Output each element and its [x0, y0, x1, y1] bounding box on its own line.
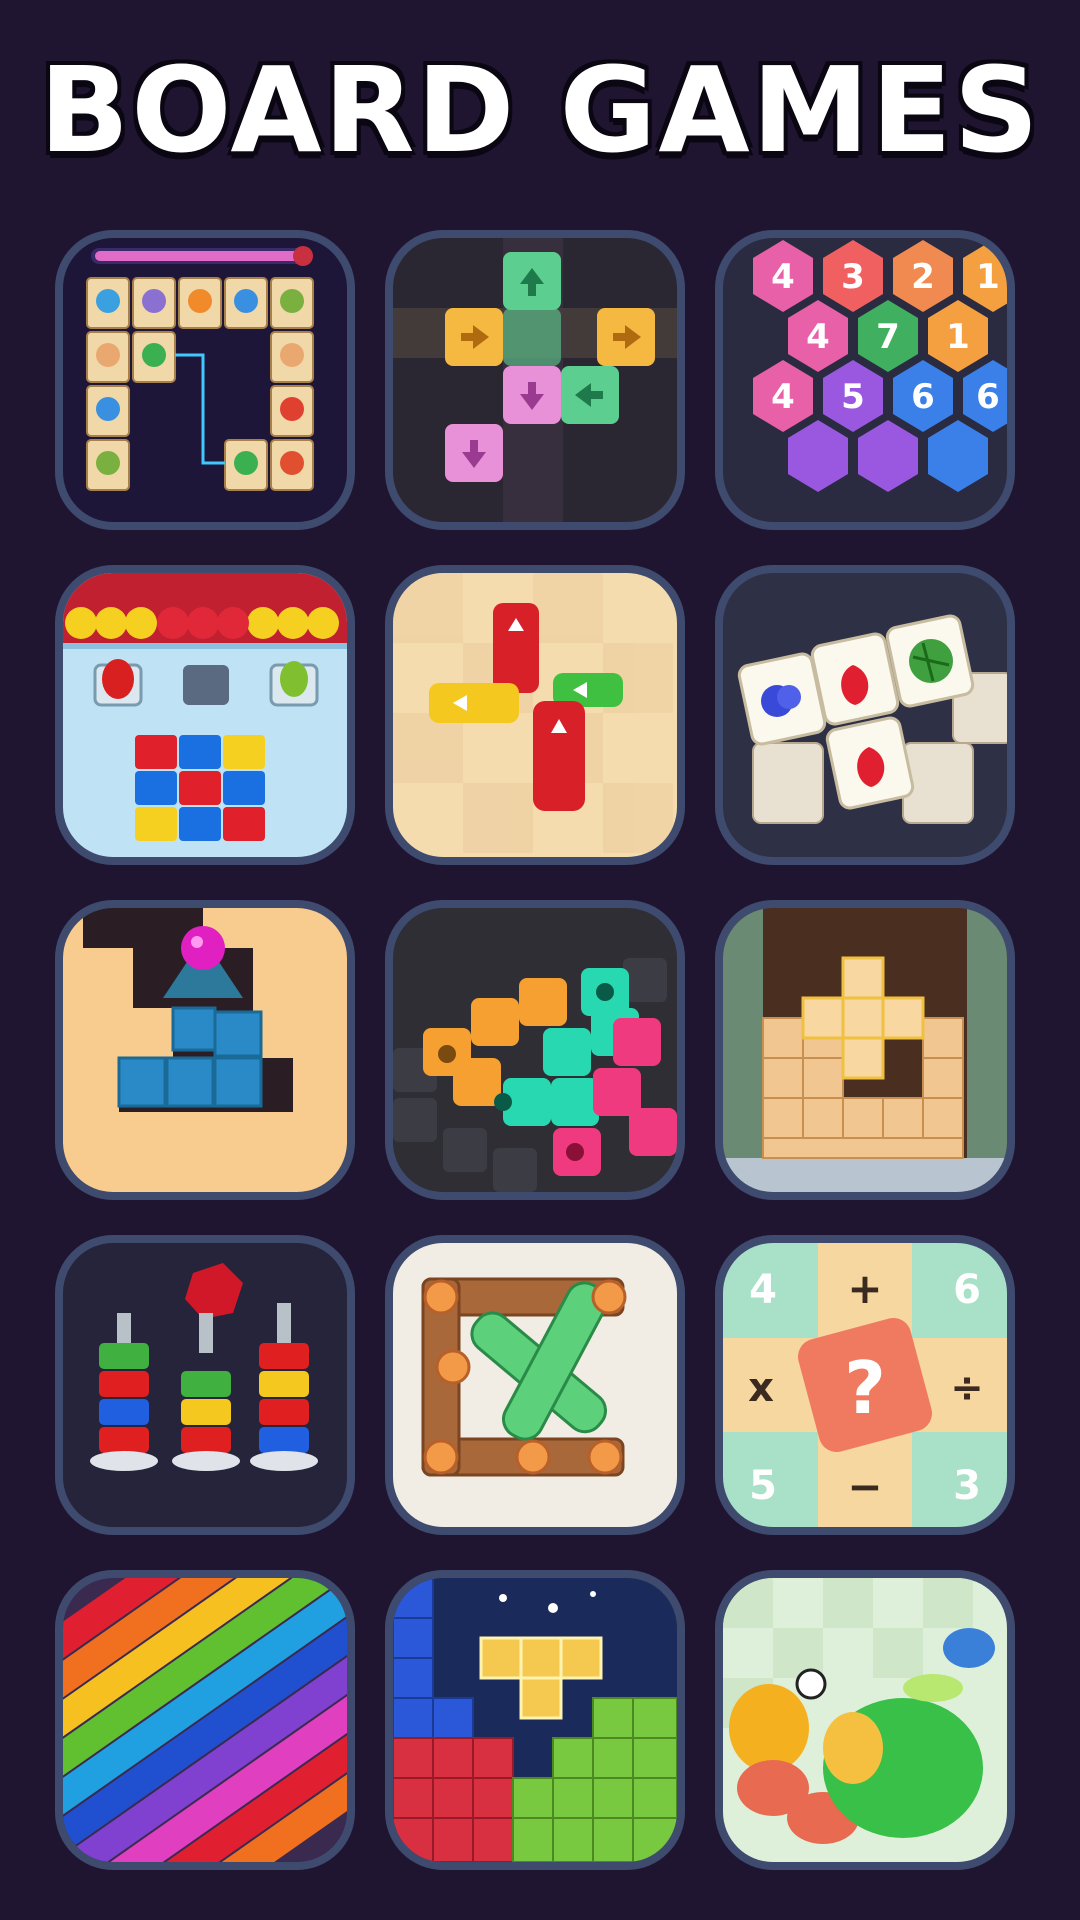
hexa-cell: 3	[841, 257, 865, 297]
game-tile-merge-animals[interactable]	[715, 1570, 1015, 1870]
hexa-cell: 4	[771, 257, 795, 297]
wood-screw-icon	[421, 1277, 627, 1477]
math-puzzle-num: 5	[749, 1463, 777, 1509]
math-puzzle-num: 6	[953, 1267, 981, 1313]
arrow-blocks-icon	[393, 238, 677, 522]
math-puzzle-num: 3	[953, 1463, 981, 1509]
math-puzzle-num: 4	[749, 1267, 777, 1313]
hexa-cell: 7	[876, 317, 900, 357]
rainbow-jam-icon	[63, 1578, 347, 1862]
game-tile-wood-screw[interactable]	[385, 1235, 685, 1535]
game-tile-hexa-merge[interactable]: 4 3 2 1 4 7 1 4 5 6 6	[715, 230, 1015, 530]
block-puzzle-icon	[393, 1578, 677, 1862]
game-tile-bus-jam[interactable]	[385, 565, 685, 865]
bus-jam-icon	[393, 573, 673, 853]
game-tile-math-puzzle[interactable]: ? 4 6 + x ÷ 5 3 −	[715, 1235, 1015, 1535]
merge-animals-icon	[723, 1578, 995, 1844]
tile-match-icon	[737, 614, 1007, 824]
game-tile-rainbow-jam[interactable]	[55, 1570, 355, 1870]
hexa-cell: 2	[911, 257, 935, 297]
pipe-connect-icon	[393, 958, 677, 1192]
games-grid: 4 3 2 1 4 7 1 4 5 6 6 ? 4 6 + x ÷ 5 3 −	[0, 0, 1080, 1920]
game-tile-color-sort-shooter[interactable]	[55, 565, 355, 865]
game-tile-wood-block[interactable]	[715, 900, 1015, 1200]
game-tile-onet-connect[interactable]	[55, 230, 355, 530]
math-puzzle-op: −	[847, 1462, 882, 1511]
game-tile-arrow-blocks[interactable]	[385, 230, 685, 530]
hexa-cell: 6	[976, 377, 1000, 417]
ball-maze-icon	[63, 908, 347, 1192]
game-tile-nut-sort[interactable]	[55, 1235, 355, 1535]
nut-sort-icon	[90, 1263, 318, 1471]
hexa-cell: 6	[911, 377, 935, 417]
hexa-cell: 1	[976, 257, 1000, 297]
game-tile-ball-maze[interactable]	[55, 900, 355, 1200]
game-tile-block-puzzle[interactable]	[385, 1570, 685, 1870]
hexa-cell: 5	[841, 377, 865, 417]
math-puzzle-op: x	[748, 1365, 774, 1411]
hexa-number-merge-icon: 4 3 2 1 4 7 1 4 5 6 6	[753, 240, 1007, 492]
math-puzzle-op: ÷	[950, 1365, 984, 1411]
game-tile-tile-match[interactable]	[715, 565, 1015, 865]
onet-connect-icon	[86, 246, 314, 491]
math-puzzle-icon: ? 4 6 + x ÷ 5 3 −	[723, 1243, 1007, 1527]
wood-block-puzzle-icon	[723, 908, 1007, 1192]
math-puzzle-question: ?	[844, 1346, 886, 1430]
game-tile-pipe-connect[interactable]	[385, 900, 685, 1200]
hexa-cell: 4	[771, 377, 795, 417]
color-sort-shooter-icon	[63, 573, 347, 841]
hexa-cell: 1	[946, 317, 970, 357]
hexa-cell: 4	[806, 317, 830, 357]
math-puzzle-op: +	[847, 1264, 882, 1313]
